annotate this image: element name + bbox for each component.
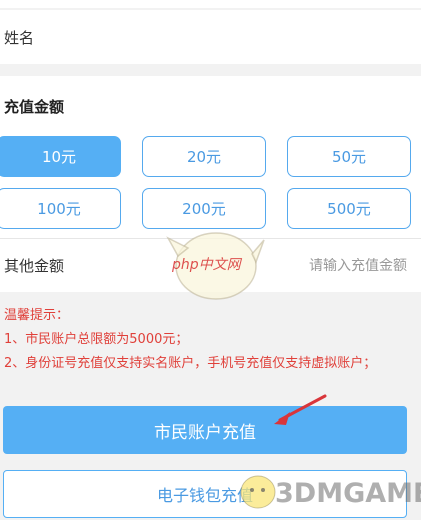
svg-text:php中文网: php中文网 bbox=[171, 257, 243, 273]
name-row[interactable]: 姓名 bbox=[0, 10, 421, 64]
other-amount-label: 其他金额 bbox=[4, 257, 65, 275]
amount-option-100[interactable]: 100元 bbox=[0, 188, 121, 229]
amount-option-label: 50元 bbox=[331, 148, 367, 166]
amount-option-label: 200元 bbox=[182, 200, 226, 218]
tips-section: 温馨提示： 1、市民账户总限额为5000元； 2、身份证号充值仅支持实名账户，手… bbox=[4, 304, 376, 376]
primary-button-label: 市民账户充值 bbox=[154, 422, 256, 443]
php-watermark-logo: php中文网 bbox=[166, 232, 265, 300]
amount-option-label: 100元 bbox=[37, 200, 81, 218]
citizen-account-recharge-button[interactable]: 市民账户充值 bbox=[3, 406, 407, 454]
recharge-amount-title: 充值金额 bbox=[4, 98, 65, 116]
amount-option-10[interactable]: 10元 bbox=[0, 136, 121, 177]
tips-line-1: 1、市民账户总限额为5000元； bbox=[4, 332, 189, 347]
amount-option-50[interactable]: 50元 bbox=[287, 136, 411, 177]
amount-option-20[interactable]: 20元 bbox=[142, 136, 266, 177]
annotation-arrow-icon bbox=[274, 394, 327, 425]
amount-option-200[interactable]: 200元 bbox=[142, 188, 266, 229]
amount-option-label: 20元 bbox=[186, 148, 222, 166]
top-strip bbox=[0, 0, 421, 8]
3dm-watermark-text: 3DMGAME bbox=[275, 478, 421, 509]
tips-line-2: 2、身份证号充值仅支持实名账户，手机号充值仅支持虚拟账户； bbox=[4, 356, 377, 371]
name-label: 姓名 bbox=[4, 28, 35, 47]
amount-option-label: 500元 bbox=[327, 200, 371, 218]
tips-title: 温馨提示： bbox=[4, 308, 70, 323]
amount-option-500[interactable]: 500元 bbox=[287, 188, 411, 229]
amount-option-label: 10元 bbox=[41, 148, 77, 166]
